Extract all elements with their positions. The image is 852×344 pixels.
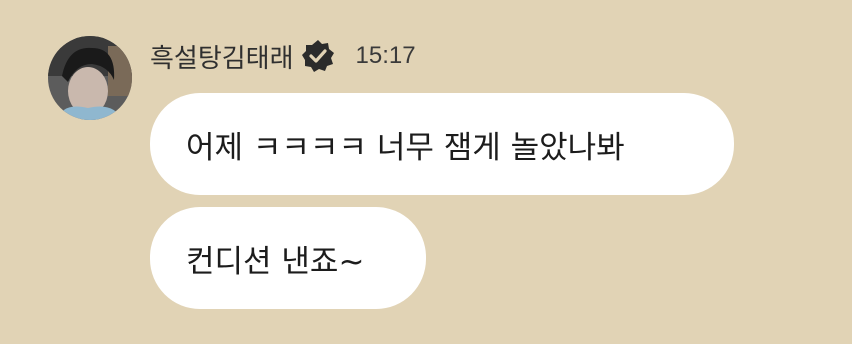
message-timestamp: 15:17 [355,42,416,69]
message-bubble[interactable]: 어제 ㅋㅋㅋㅋ 너무 잼게 놀았나봐 [150,93,734,195]
message-text: 어제 ㅋㅋㅋㅋ 너무 잼게 놀았나봐 [186,129,625,166]
verified-badge-icon [300,38,336,74]
message-text: 컨디션 낸죠~ [186,243,365,280]
avatar-image [48,36,132,120]
sender-name[interactable]: 흑설탕김태래 [150,38,294,75]
message-header: 흑설탕김태래 15:17 [150,34,416,78]
sender-avatar[interactable] [48,36,132,120]
message-bubble[interactable]: 컨디션 낸죠~ [150,207,426,309]
